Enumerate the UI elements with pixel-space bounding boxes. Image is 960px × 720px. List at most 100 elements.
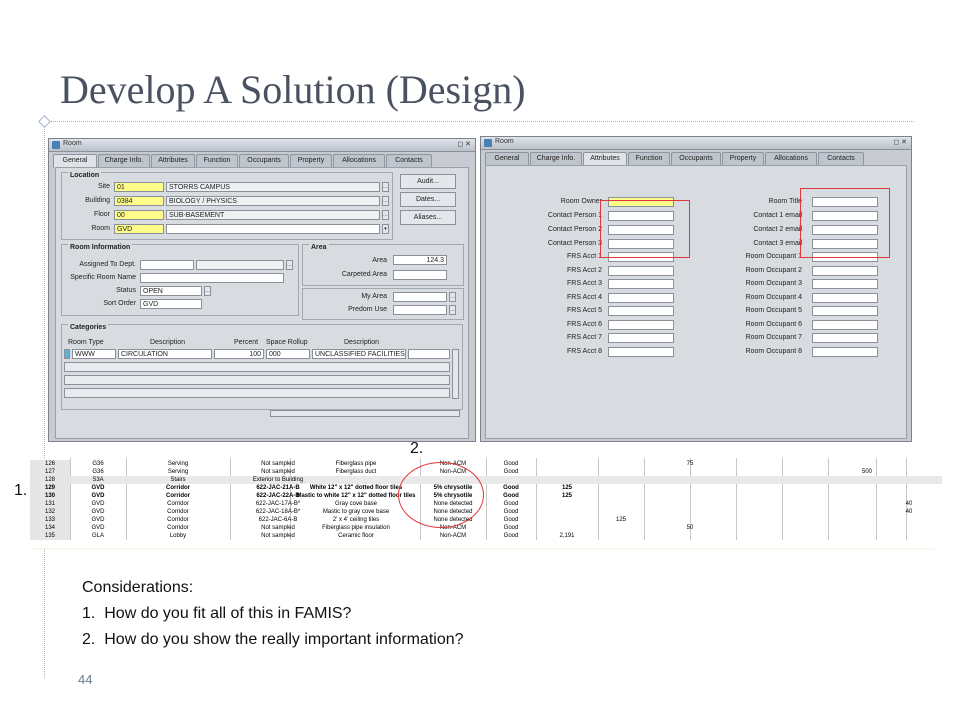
window-controls[interactable]: ◻ ✕: [457, 140, 471, 148]
contact-2-email-label: Contact 2 email: [753, 226, 802, 233]
tab-general[interactable]: General: [53, 154, 97, 168]
table-cell: [598, 468, 644, 476]
tab-occupants[interactable]: Occupants: [671, 152, 721, 165]
room-description-field[interactable]: [166, 224, 380, 234]
room-occupant-8-field[interactable]: [812, 347, 878, 357]
frs-acct-4-label: FRS Acct 4: [566, 294, 602, 301]
predom-use-lov-button[interactable]: …: [449, 305, 456, 315]
vertical-scrollbar[interactable]: [452, 349, 459, 399]
specific-room-field[interactable]: [140, 273, 284, 283]
room-occupant-4-field[interactable]: [812, 293, 878, 303]
tab-contacts[interactable]: Contacts: [386, 154, 432, 167]
table-cell: 40: [905, 509, 913, 515]
carpeted-area-label: Carpeted Area: [341, 271, 387, 278]
tab-function[interactable]: Function: [196, 154, 238, 167]
tab-occupants[interactable]: Occupants: [239, 154, 289, 167]
tab-property[interactable]: Property: [722, 152, 764, 165]
table-row[interactable]: 128 S3A Stairs Exterior to Building: [30, 476, 942, 484]
building-lov-button[interactable]: …: [382, 196, 389, 206]
table-row[interactable]: 134 GVD Corridor Not sampled Fiberglass pipe…: [30, 524, 942, 532]
room-code-field[interactable]: GVD: [114, 224, 164, 234]
title-divider: [44, 121, 914, 122]
area-field[interactable]: 124.3: [393, 255, 447, 265]
tab-charge-info[interactable]: Charge Info.: [530, 152, 582, 165]
frs-acct-3-field[interactable]: [608, 279, 674, 289]
extra-cell[interactable]: [408, 349, 450, 359]
tab-general[interactable]: General: [485, 152, 529, 165]
table-cell: 2,191: [559, 533, 575, 539]
frs-acct-7-field[interactable]: [608, 333, 674, 343]
floor-lov-button[interactable]: …: [382, 210, 389, 220]
table-row[interactable]: 132 GVD Corridor 622-JAC-18A-B* Mastic to gr…: [30, 508, 942, 516]
table-cell: Corridor: [167, 501, 189, 507]
row-indicator[interactable]: [64, 349, 70, 359]
my-area-lov-button[interactable]: …: [449, 292, 456, 302]
space-rollup-cell[interactable]: 000: [266, 349, 310, 359]
tab-property[interactable]: Property: [290, 154, 332, 167]
audit-button[interactable]: Audit...: [400, 174, 456, 189]
description-cell[interactable]: CIRCULATION: [118, 349, 212, 359]
room-type-cell[interactable]: WWW: [72, 349, 116, 359]
window-controls[interactable]: ◻ ✕: [893, 138, 907, 146]
building-code-field[interactable]: 0384: [114, 196, 164, 206]
tab-contacts[interactable]: Contacts: [818, 152, 864, 165]
frs-acct-2-field[interactable]: [608, 266, 674, 276]
room-occupant-6-field[interactable]: [812, 320, 878, 330]
row-number-cell: 128: [30, 476, 70, 484]
sort-order-field[interactable]: GVD: [140, 299, 202, 309]
table-cell: GLA: [91, 533, 104, 539]
site-code-field[interactable]: 01: [114, 182, 164, 192]
percent-cell[interactable]: 100: [214, 349, 264, 359]
consideration-item: 2. How do you show the really important …: [82, 627, 464, 653]
table-row[interactable]: 130 GVD Corridor 622-JAC-22A-B Mastic to whi…: [30, 492, 942, 500]
my-area-field[interactable]: [393, 292, 447, 302]
assigned-dept-lov-button[interactable]: …: [286, 260, 293, 270]
aliases-button[interactable]: Aliases...: [400, 210, 456, 225]
location-group: Location Site 01 STORRS CAMPUS … Buildin…: [61, 172, 393, 240]
room-dropdown-icon[interactable]: ▾: [382, 224, 389, 234]
categories-group: Categories Room Type Description Percent…: [61, 324, 463, 410]
consideration-text: How do you fit all of this in FAMIS?: [104, 605, 352, 622]
table-cell: Mastic to gray cove base: [322, 509, 390, 515]
empty-row[interactable]: [64, 362, 450, 372]
table-row[interactable]: 129 GVD Corridor 622-JAC-21A-B White 12" x 1…: [30, 484, 942, 492]
status-lov-button[interactable]: …: [204, 286, 211, 296]
frs-acct-6-field[interactable]: [608, 320, 674, 330]
predom-use-field[interactable]: [393, 305, 447, 315]
tab-attributes[interactable]: Attributes: [151, 154, 195, 167]
divider-marker: [38, 115, 51, 128]
table-cell: [536, 460, 598, 468]
tab-function[interactable]: Function: [628, 152, 670, 165]
assigned-dept-field[interactable]: [140, 260, 194, 270]
tab-allocations[interactable]: Allocations: [765, 152, 817, 165]
empty-row[interactable]: [64, 388, 450, 398]
tab-attributes[interactable]: Attributes: [583, 152, 627, 166]
tab-allocations[interactable]: Allocations: [333, 154, 385, 167]
frs-acct-5-field[interactable]: [608, 306, 674, 316]
carpeted-area-field[interactable]: [393, 270, 447, 280]
tab-charge-info[interactable]: Charge Info.: [98, 154, 150, 167]
table-row[interactable]: 133 GVD Corridor 622-JAC-6A-B 2' x 4' ceilin…: [30, 516, 942, 524]
floor-code-field[interactable]: 00: [114, 210, 164, 220]
table-row[interactable]: 135 GLA Lobby Not sampled Ceramic floor Non-A…: [30, 532, 942, 540]
room-occupant-3-field[interactable]: [812, 279, 878, 289]
table-row[interactable]: 126 G36 Serving Not sampled Fiberglass pipe N…: [30, 460, 942, 468]
status-field[interactable]: OPEN: [140, 286, 202, 296]
building-name-field: BIOLOGY / PHYSICS: [166, 196, 380, 206]
dates-button[interactable]: Dates...: [400, 192, 456, 207]
empty-row[interactable]: [64, 375, 450, 385]
table-row[interactable]: 131 GVD Corridor 622-JAC-17A-B* Gray cove ba…: [30, 500, 942, 508]
room-occupant-7-field[interactable]: [812, 333, 878, 343]
site-lov-button[interactable]: …: [382, 182, 389, 192]
horizontal-scrollbar[interactable]: [270, 410, 460, 417]
table-cell: Corridor: [167, 509, 189, 515]
frs-acct-8-field[interactable]: [608, 347, 674, 357]
table-cell: [644, 476, 736, 484]
table-row[interactable]: 127 G36 Serving Not sampled Fiberglass duct N…: [30, 468, 942, 476]
room-occupant-5-label: Room Occupant 5: [745, 307, 802, 314]
consideration-text: How do you show the really important inf…: [104, 631, 464, 648]
room-occupant-5-field[interactable]: [812, 306, 878, 316]
room-occupant-2-field[interactable]: [812, 266, 878, 276]
rollup-description-cell[interactable]: UNCLASSIFIED FACILITIES: [312, 349, 406, 359]
frs-acct-4-field[interactable]: [608, 293, 674, 303]
